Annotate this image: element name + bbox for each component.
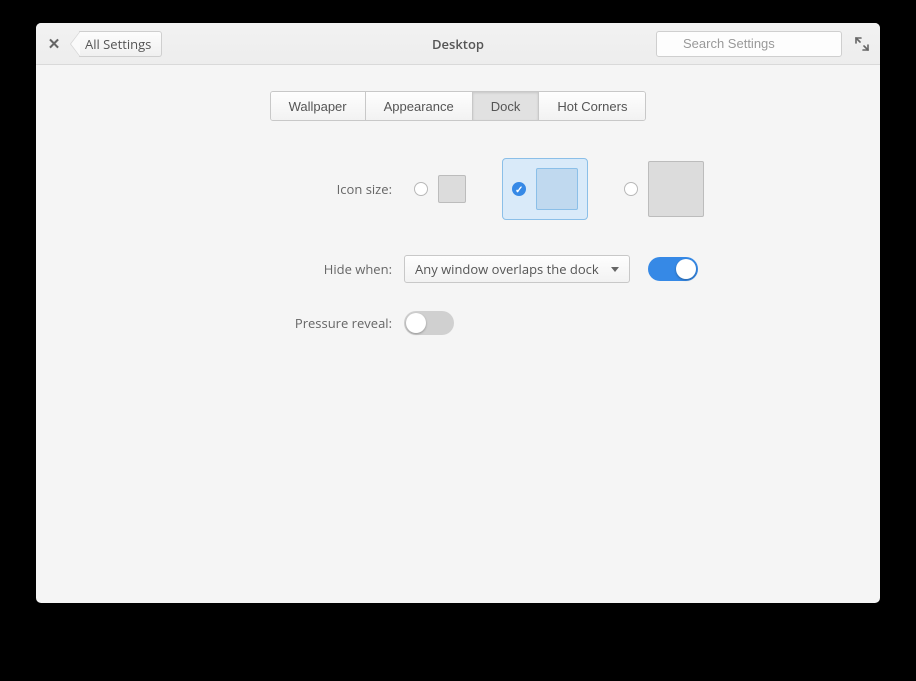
maximize-button[interactable] <box>850 32 874 56</box>
hide-when-label: Hide when: <box>202 260 392 278</box>
tab-hot-corners[interactable]: Hot Corners <box>539 92 645 120</box>
icon-size-small[interactable] <box>404 165 476 213</box>
icon-preview-small <box>438 175 466 203</box>
tab-appearance[interactable]: Appearance <box>366 92 473 120</box>
radio-icon-medium[interactable] <box>512 182 526 196</box>
icon-preview-large <box>648 161 704 217</box>
hide-when-dropdown[interactable]: Any window overlaps the dock <box>404 255 630 283</box>
tab-dock[interactable]: Dock <box>473 92 540 120</box>
hide-when-toggle[interactable] <box>648 257 698 281</box>
back-button-label: All Settings <box>85 35 151 53</box>
content-area: Wallpaper Appearance Dock Hot Corners Ic… <box>36 65 880 603</box>
search-input[interactable] <box>656 31 842 57</box>
radio-icon-small[interactable] <box>414 182 428 196</box>
icon-size-label: Icon size: <box>202 180 392 198</box>
icon-size-medium[interactable] <box>502 158 588 220</box>
tab-wallpaper[interactable]: Wallpaper <box>271 92 366 120</box>
chevron-left-icon <box>70 31 80 57</box>
hide-when-value: Any window overlaps the dock <box>415 260 599 278</box>
pressure-reveal-toggle[interactable] <box>404 311 454 335</box>
titlebar: ✕ All Settings Desktop <box>36 23 880 65</box>
icon-size-large[interactable] <box>614 151 714 227</box>
toggle-knob <box>406 313 426 333</box>
close-button[interactable]: ✕ <box>42 32 66 56</box>
back-button[interactable]: All Settings <box>70 31 162 57</box>
pressure-reveal-label: Pressure reveal: <box>202 314 392 332</box>
toggle-knob <box>676 259 696 279</box>
icon-size-group <box>404 151 714 227</box>
icon-preview-medium <box>536 168 578 210</box>
settings-window: ✕ All Settings Desktop Wallpaper Appeara… <box>36 23 880 603</box>
tab-bar: Wallpaper Appearance Dock Hot Corners <box>270 91 647 121</box>
radio-icon-large[interactable] <box>624 182 638 196</box>
